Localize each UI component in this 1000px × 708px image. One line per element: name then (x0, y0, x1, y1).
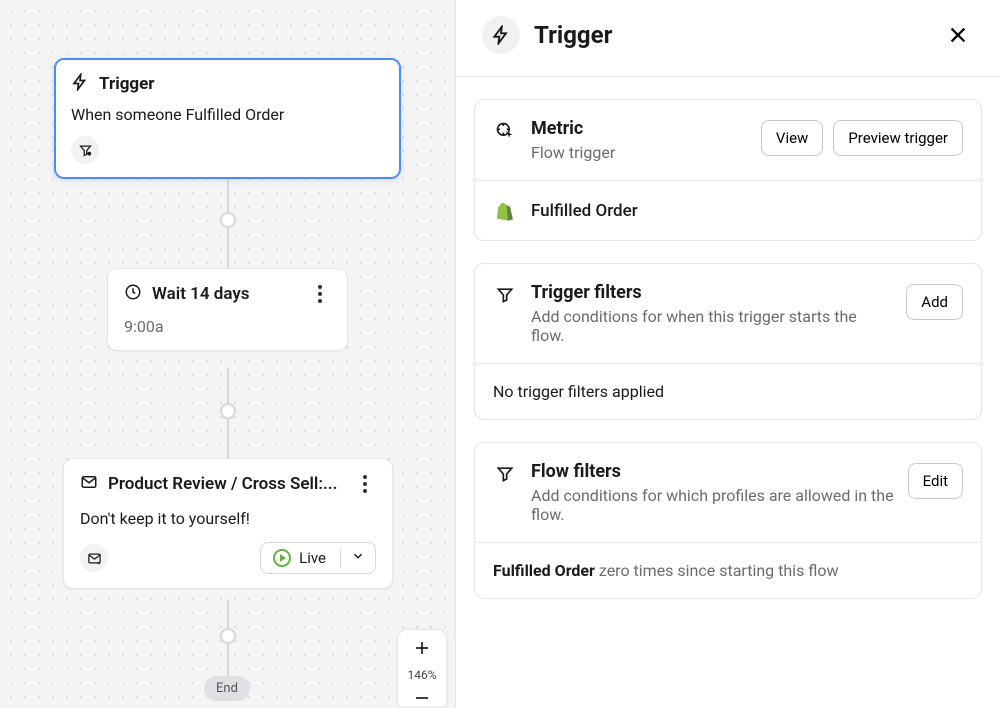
cursor-metric-icon (493, 118, 517, 141)
card-header: Wait 14 days (124, 283, 331, 305)
flow-end-pill: End (204, 676, 250, 701)
view-button[interactable]: View (761, 120, 823, 156)
metric-value: Fulfilled Order (531, 201, 638, 221)
filter-icon (493, 282, 517, 305)
status-select[interactable]: Live (260, 542, 376, 574)
filter-config-icon[interactable] (71, 136, 99, 164)
add-node-dot[interactable] (220, 212, 236, 228)
play-icon (273, 549, 291, 567)
zoom-level: 146% (407, 666, 436, 688)
status-label: Live (299, 549, 326, 567)
flow-filters-block: Flow filters Add conditions for which pr… (474, 442, 982, 599)
more-options-button[interactable] (309, 283, 331, 305)
zoom-out-button[interactable] (398, 688, 446, 706)
add-trigger-filter-button[interactable]: Add (906, 284, 963, 320)
trigger-description: When someone Fulfilled Order (71, 105, 384, 124)
wait-time: 9:00a (124, 317, 331, 336)
panel-body: Metric Flow trigger View Preview trigger… (456, 77, 1000, 643)
flow-canvas[interactable]: Trigger When someone Fulfilled Order Wai… (0, 0, 456, 708)
block-description: Add conditions for when this trigger sta… (531, 307, 892, 345)
card-title: Product Review / Cross Sell:... (108, 474, 337, 494)
card-title: Trigger (99, 74, 155, 94)
email-preview-text: Don't keep it to yourself! (80, 509, 376, 528)
card-header: Trigger (71, 73, 384, 95)
summary-rest: zero times since starting this flow (595, 561, 839, 580)
close-button[interactable] (940, 17, 976, 53)
trigger-filters-block: Trigger filters Add conditions for when … (474, 263, 982, 420)
zoom-in-button[interactable] (398, 630, 446, 666)
metric-block: Metric Flow trigger View Preview trigger… (474, 99, 982, 241)
block-title: Flow filters (531, 461, 894, 482)
filter-icon (493, 461, 517, 484)
block-subtitle: Flow trigger (531, 143, 747, 162)
block-description: Add conditions for which profiles are al… (531, 486, 894, 524)
edit-flow-filter-button[interactable]: Edit (908, 463, 963, 499)
app-root: Trigger When someone Fulfilled Order Wai… (0, 0, 1000, 708)
inspector-panel: Trigger Metric Flow trigger Vi (456, 0, 1000, 708)
block-title: Metric (531, 118, 747, 139)
clock-icon (124, 283, 142, 305)
summary-metric-name: Fulfilled Order (493, 561, 595, 580)
bolt-icon (482, 16, 520, 54)
zoom-control: 146% (397, 629, 447, 706)
panel-header: Trigger (456, 0, 1000, 77)
wait-card[interactable]: Wait 14 days 9:00a (107, 268, 348, 351)
preview-email-icon[interactable] (80, 544, 108, 572)
bolt-icon (71, 73, 89, 95)
card-header: Product Review / Cross Sell:... (80, 473, 376, 495)
chevron-down-icon (340, 549, 365, 567)
panel-title: Trigger (534, 21, 926, 49)
more-options-button[interactable] (354, 473, 376, 495)
block-title: Trigger filters (531, 282, 892, 303)
add-node-dot[interactable] (220, 403, 236, 419)
trigger-filters-empty: No trigger filters applied (475, 363, 981, 419)
mail-icon (80, 473, 98, 495)
add-node-dot[interactable] (220, 628, 236, 644)
flow-filters-summary: Fulfilled Order zero times since startin… (475, 542, 981, 598)
trigger-card[interactable]: Trigger When someone Fulfilled Order (54, 58, 401, 179)
shopify-icon (493, 199, 517, 222)
card-title: Wait 14 days (152, 284, 250, 304)
email-card[interactable]: Product Review / Cross Sell:... Don't ke… (63, 458, 393, 589)
preview-trigger-button[interactable]: Preview trigger (833, 120, 963, 156)
